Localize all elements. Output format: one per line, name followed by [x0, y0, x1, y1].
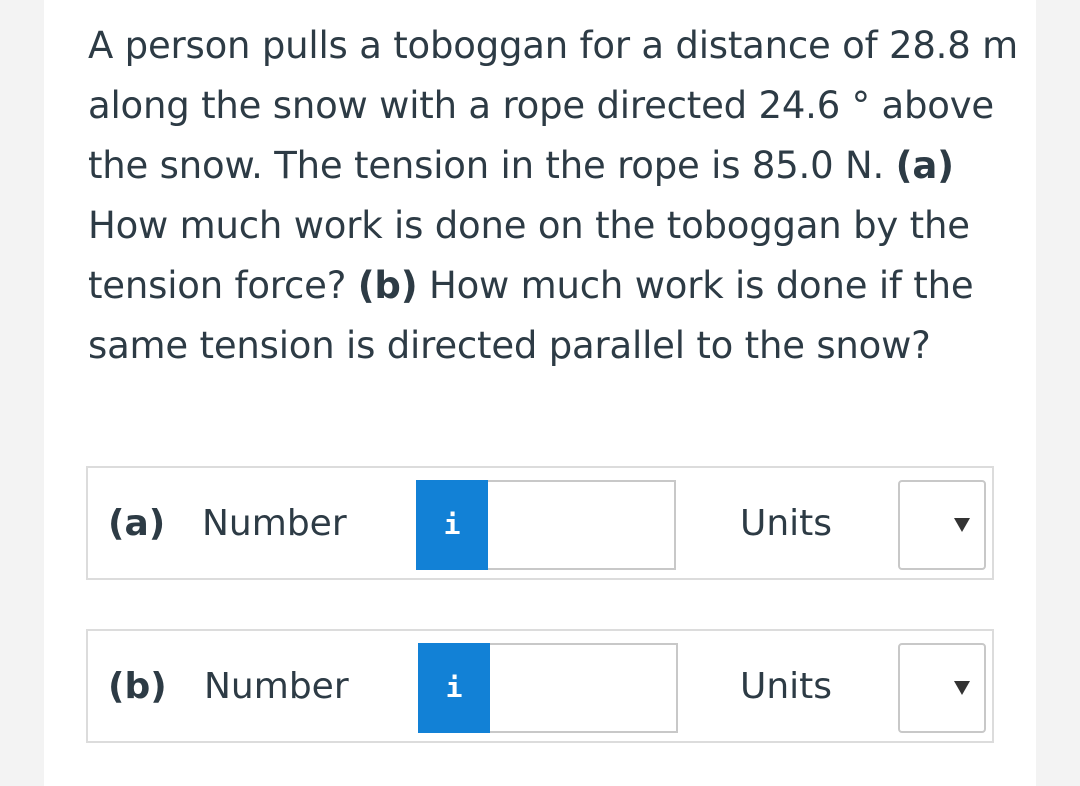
question-panel: A person pulls a toboggan for a distance…	[44, 0, 1036, 786]
number-input[interactable]	[488, 480, 676, 570]
part-label: (b)	[108, 666, 167, 707]
units-select[interactable]	[898, 480, 986, 570]
info-icon[interactable]: i	[416, 480, 488, 570]
caret-down-icon	[954, 518, 970, 532]
part-b-marker: (b)	[357, 264, 418, 307]
part-label: (a)	[108, 503, 166, 544]
units-label: Units	[740, 666, 833, 707]
question-text-part1: A person pulls a toboggan for a distance…	[88, 24, 1018, 187]
units-label: Units	[740, 503, 833, 544]
question-text: A person pulls a toboggan for a distance…	[88, 16, 1028, 376]
caret-down-icon	[954, 681, 970, 695]
info-icon[interactable]: i	[418, 643, 490, 733]
number-input[interactable]	[490, 643, 678, 733]
answer-row-b: (b) Number i Units	[86, 629, 994, 743]
units-select[interactable]	[898, 643, 986, 733]
answer-row-a: (a) Number i Units	[86, 466, 994, 580]
part-a-marker: (a)	[895, 144, 954, 187]
number-label: Number	[204, 666, 349, 707]
number-label: Number	[202, 503, 347, 544]
